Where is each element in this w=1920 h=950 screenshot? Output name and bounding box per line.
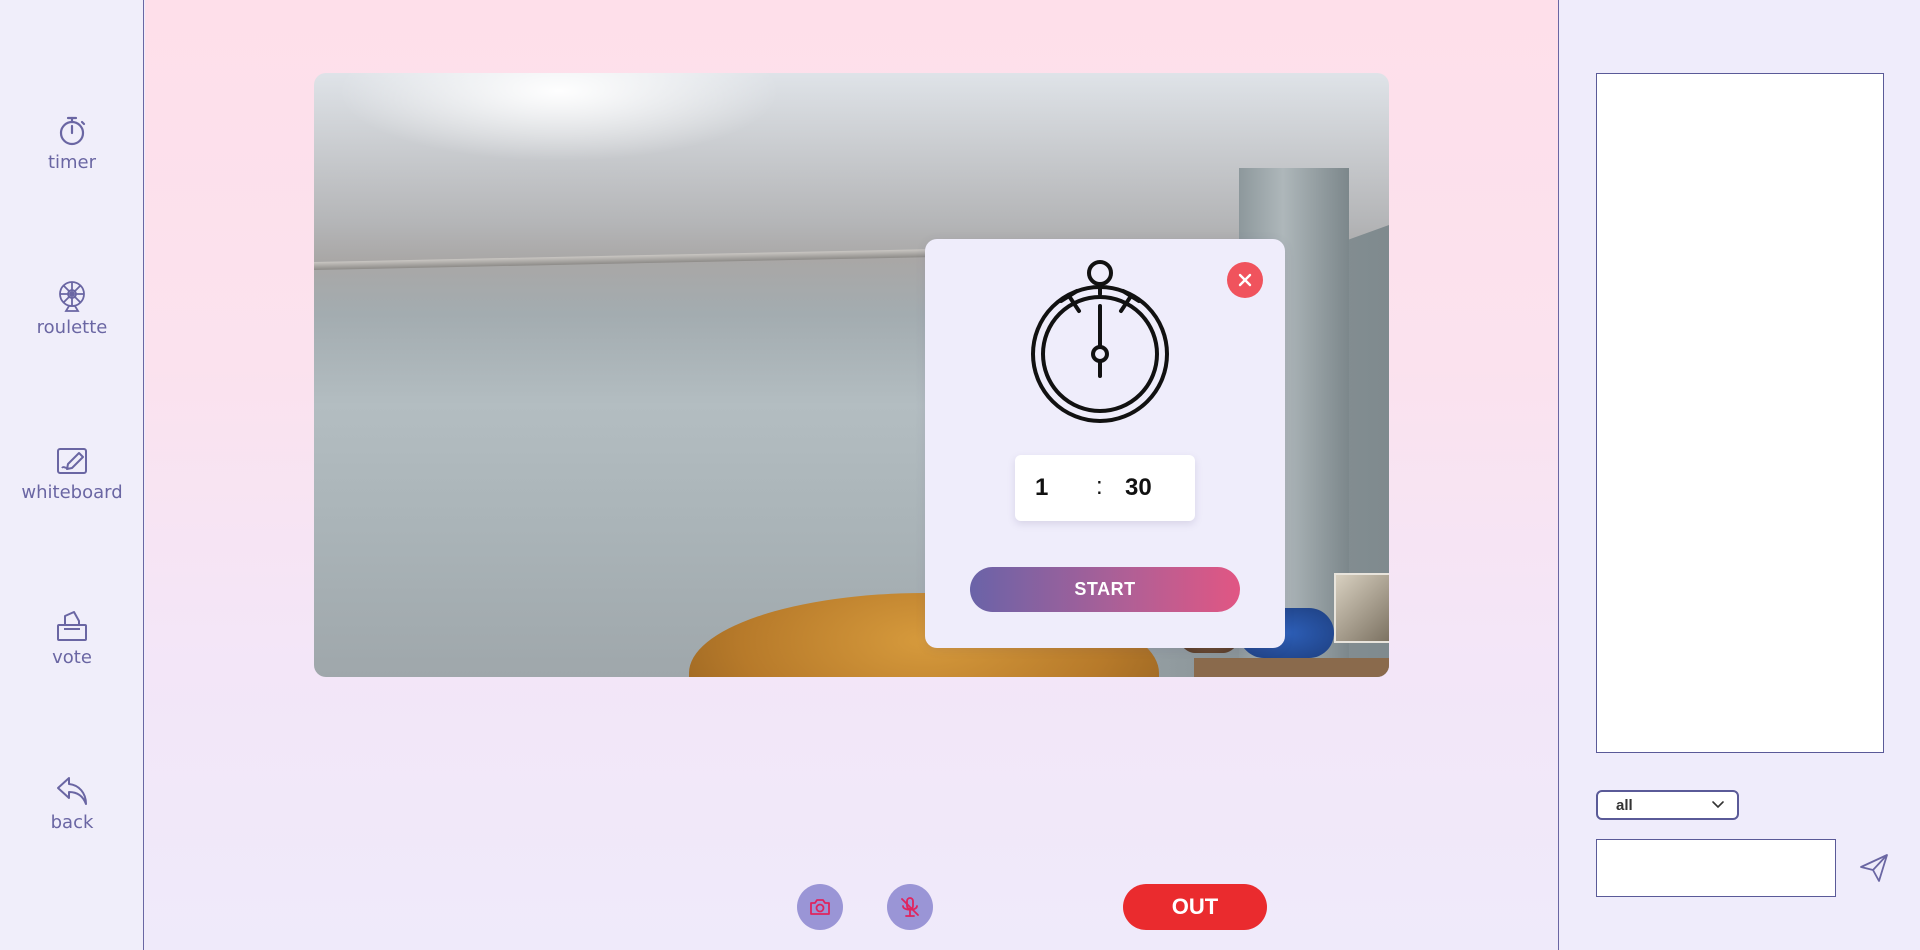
video-photo-frame xyxy=(1334,573,1389,643)
chat-target-value: all xyxy=(1616,796,1633,814)
close-button[interactable] xyxy=(1227,262,1263,298)
sidebar-item-label: timer xyxy=(47,152,97,173)
back-arrow-icon xyxy=(57,777,87,805)
timer-separator: : xyxy=(1096,473,1103,500)
ballot-box-icon xyxy=(57,611,87,641)
send-button[interactable] xyxy=(1857,852,1891,886)
chat-messages[interactable] xyxy=(1596,73,1884,753)
send-icon xyxy=(1860,854,1888,882)
camera-icon xyxy=(810,899,830,915)
stopwatch-icon xyxy=(59,116,86,146)
whiteboard-pen-icon xyxy=(57,448,87,474)
timer-time-input[interactable]: 1 : 30 xyxy=(1015,455,1195,521)
sidebar-item-label: roulette xyxy=(36,317,108,338)
sidebar-item-timer[interactable]: timer xyxy=(0,114,144,173)
main-stage: 1 : 30 START OUT xyxy=(145,0,1558,950)
sidebar-item-roulette[interactable]: roulette xyxy=(0,279,144,338)
video-shelf xyxy=(1194,658,1389,677)
left-sidebar: timer roulette whiteboard vote back xyxy=(0,0,144,950)
start-button[interactable]: START xyxy=(970,567,1240,612)
sidebar-item-label: back xyxy=(50,812,94,833)
roulette-wheel-icon xyxy=(59,281,85,312)
timer-seconds[interactable]: 30 xyxy=(1125,474,1165,502)
chat-panel: all xyxy=(1558,0,1920,950)
sidebar-item-label: whiteboard xyxy=(21,482,123,503)
timer-minutes[interactable]: 1 xyxy=(1035,474,1065,502)
sidebar-item-back[interactable]: back xyxy=(0,774,144,833)
sidebar-item-whiteboard[interactable]: whiteboard xyxy=(0,444,144,503)
microphone-off-icon xyxy=(901,897,919,917)
stopwatch-icon xyxy=(1031,260,1169,423)
sidebar-item-label: vote xyxy=(52,647,92,668)
timer-modal: 1 : 30 START xyxy=(925,239,1285,648)
chat-message-input[interactable] xyxy=(1596,839,1836,897)
sidebar-item-vote[interactable]: vote xyxy=(0,609,144,668)
chevron-down-icon xyxy=(1712,801,1724,809)
chat-target-select[interactable]: all xyxy=(1596,790,1739,820)
microphone-toggle-button[interactable] xyxy=(887,884,933,930)
leave-button[interactable]: OUT xyxy=(1123,884,1267,930)
camera-toggle-button[interactable] xyxy=(797,884,843,930)
close-icon xyxy=(1238,273,1252,287)
